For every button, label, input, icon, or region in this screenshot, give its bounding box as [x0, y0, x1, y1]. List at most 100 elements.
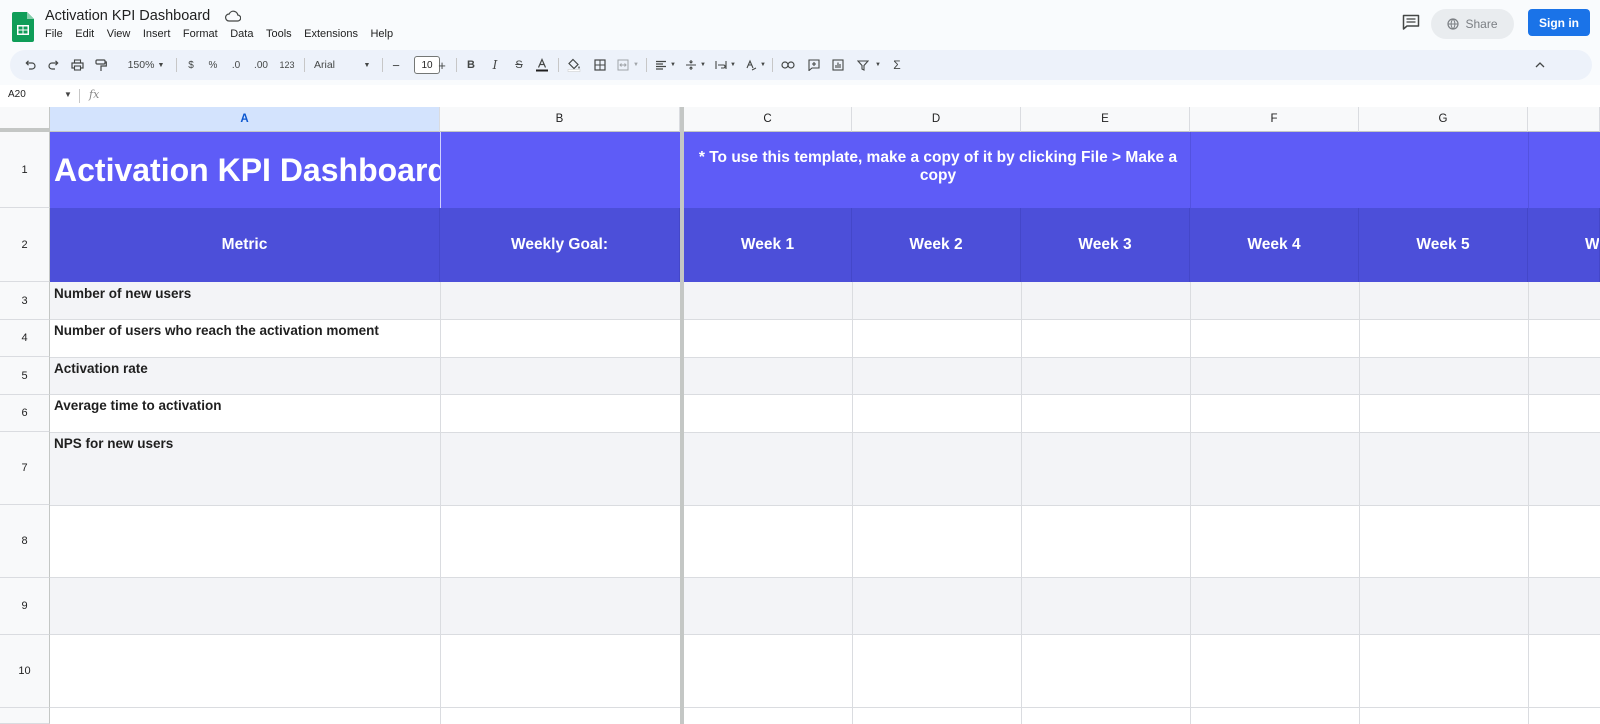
- vertical-align-icon[interactable]: [684, 50, 698, 80]
- horizontal-align-icon[interactable]: [654, 50, 668, 80]
- column-header-e[interactable]: E: [1021, 107, 1190, 132]
- dashboard-title-cell[interactable]: Activation KPI Dashboard: [50, 132, 440, 208]
- menu-file[interactable]: File: [45, 28, 63, 40]
- column-header-f[interactable]: F: [1190, 107, 1359, 132]
- filter-dropdown-icon[interactable]: ▼: [874, 50, 882, 80]
- menu-format[interactable]: Format: [183, 28, 218, 40]
- col-line: [1528, 132, 1529, 208]
- decrease-decimal-button[interactable]: .0: [228, 50, 244, 80]
- row-header-8[interactable]: 8: [0, 505, 50, 578]
- paint-format-icon[interactable]: [92, 50, 110, 80]
- comment-history-icon[interactable]: [1402, 14, 1420, 30]
- undo-icon[interactable]: [22, 50, 38, 80]
- currency-format-button[interactable]: $: [184, 50, 198, 80]
- spreadsheet-grid[interactable]: A B C D E F G 1 2 3 4 5 6 7 8 9 10 Activ…: [0, 107, 1600, 724]
- name-box-dropdown-icon[interactable]: ▼: [64, 90, 72, 99]
- header-weekly-goal[interactable]: Weekly Goal:: [440, 208, 680, 282]
- text-rotation-icon[interactable]: [744, 50, 758, 80]
- borders-icon[interactable]: [592, 50, 608, 80]
- row-header-3[interactable]: 3: [0, 282, 50, 320]
- percent-format-button[interactable]: %: [206, 50, 220, 80]
- row-3-band: [50, 282, 1600, 320]
- italic-icon[interactable]: I: [488, 50, 502, 80]
- menu-data[interactable]: Data: [230, 28, 253, 40]
- strikethrough-icon[interactable]: S: [512, 50, 526, 80]
- valign-dropdown-icon[interactable]: ▼: [699, 50, 707, 80]
- font-dropdown-icon[interactable]: ▼: [362, 50, 372, 80]
- fill-color-icon[interactable]: [566, 50, 582, 80]
- share-button[interactable]: Share: [1431, 9, 1514, 39]
- header-week-5[interactable]: Week 5: [1359, 208, 1528, 282]
- increase-decimal-button[interactable]: .00: [252, 50, 270, 80]
- column-header-h[interactable]: [1528, 107, 1600, 132]
- number-format-button[interactable]: 123: [278, 50, 296, 80]
- row-header-7[interactable]: 7: [0, 432, 50, 505]
- sign-in-button[interactable]: Sign in: [1528, 9, 1590, 36]
- metric-time-to-activation[interactable]: Average time to activation: [54, 398, 222, 413]
- bold-icon[interactable]: B: [464, 50, 478, 80]
- row-header-2[interactable]: 2: [0, 208, 50, 282]
- row-line: [50, 432, 1600, 433]
- decrease-font-size-icon[interactable]: −: [390, 50, 402, 80]
- collapse-menus-icon[interactable]: [1532, 50, 1548, 80]
- sheets-logo-icon[interactable]: [12, 12, 34, 42]
- text-wrap-icon[interactable]: [714, 50, 728, 80]
- zoom-dropdown-icon[interactable]: ▼: [156, 50, 166, 80]
- row-header-5[interactable]: 5: [0, 357, 50, 395]
- insert-link-icon[interactable]: [780, 50, 796, 80]
- font-family-select[interactable]: Arial: [308, 50, 348, 80]
- insert-chart-icon[interactable]: [830, 50, 846, 80]
- redo-icon[interactable]: [46, 50, 62, 80]
- halign-dropdown-icon[interactable]: ▼: [669, 50, 677, 80]
- insert-comment-icon[interactable]: [806, 50, 822, 80]
- template-note-cell[interactable]: * To use this template, make a copy of i…: [684, 149, 1192, 185]
- toolbar-divider: [772, 58, 773, 72]
- cloud-status-icon[interactable]: [225, 10, 241, 22]
- wrap-dropdown-icon[interactable]: ▼: [729, 50, 737, 80]
- col-line: [1021, 282, 1022, 724]
- select-all-corner[interactable]: [0, 107, 50, 132]
- frozen-columns-divider[interactable]: [680, 107, 684, 724]
- merge-dropdown-icon[interactable]: ▼: [632, 50, 640, 80]
- metric-activation-rate[interactable]: Activation rate: [54, 361, 148, 376]
- header-week-2[interactable]: Week 2: [852, 208, 1021, 282]
- name-box[interactable]: A20: [8, 89, 26, 100]
- increase-font-size-icon[interactable]: +: [436, 50, 448, 80]
- metric-new-users[interactable]: Number of new users: [54, 286, 191, 301]
- document-title[interactable]: Activation KPI Dashboard: [45, 8, 210, 24]
- row-header-6[interactable]: 6: [0, 395, 50, 432]
- formula-bar: A20 ▼ fx: [0, 85, 1600, 107]
- filter-icon[interactable]: [856, 50, 870, 80]
- toolbar-divider: [382, 58, 383, 72]
- column-header-g[interactable]: G: [1359, 107, 1528, 132]
- menu-help[interactable]: Help: [370, 28, 393, 40]
- text-color-icon[interactable]: [534, 50, 550, 80]
- row-line: [50, 577, 1600, 578]
- menu-insert[interactable]: Insert: [143, 28, 171, 40]
- header-week-6[interactable]: W: [1528, 208, 1600, 282]
- column-header-d[interactable]: D: [852, 107, 1021, 132]
- functions-icon[interactable]: Σ: [890, 50, 904, 80]
- row-header-1[interactable]: 1: [0, 132, 50, 208]
- formula-divider: [79, 89, 80, 103]
- header-week-4[interactable]: Week 4: [1190, 208, 1359, 282]
- menu-extensions[interactable]: Extensions: [304, 28, 358, 40]
- print-icon[interactable]: [68, 50, 86, 80]
- header-week-3[interactable]: Week 3: [1021, 208, 1190, 282]
- merge-cells-icon[interactable]: [616, 50, 630, 80]
- metric-activated-users[interactable]: Number of users who reach the activation…: [54, 323, 379, 338]
- row-header-4[interactable]: 4: [0, 320, 50, 357]
- column-header-c[interactable]: C: [684, 107, 852, 132]
- row-header-11[interactable]: [0, 708, 50, 724]
- menu-tools[interactable]: Tools: [266, 28, 292, 40]
- header-week-1[interactable]: Week 1: [684, 208, 852, 282]
- header-metric[interactable]: Metric: [50, 208, 440, 282]
- row-header-10[interactable]: 10: [0, 635, 50, 708]
- menu-view[interactable]: View: [107, 28, 131, 40]
- rotation-dropdown-icon[interactable]: ▼: [759, 50, 767, 80]
- row-header-9[interactable]: 9: [0, 578, 50, 635]
- column-header-a[interactable]: A: [50, 107, 440, 132]
- menu-edit[interactable]: Edit: [75, 28, 94, 40]
- column-header-b[interactable]: B: [440, 107, 680, 132]
- metric-nps-new-users[interactable]: NPS for new users: [54, 436, 173, 451]
